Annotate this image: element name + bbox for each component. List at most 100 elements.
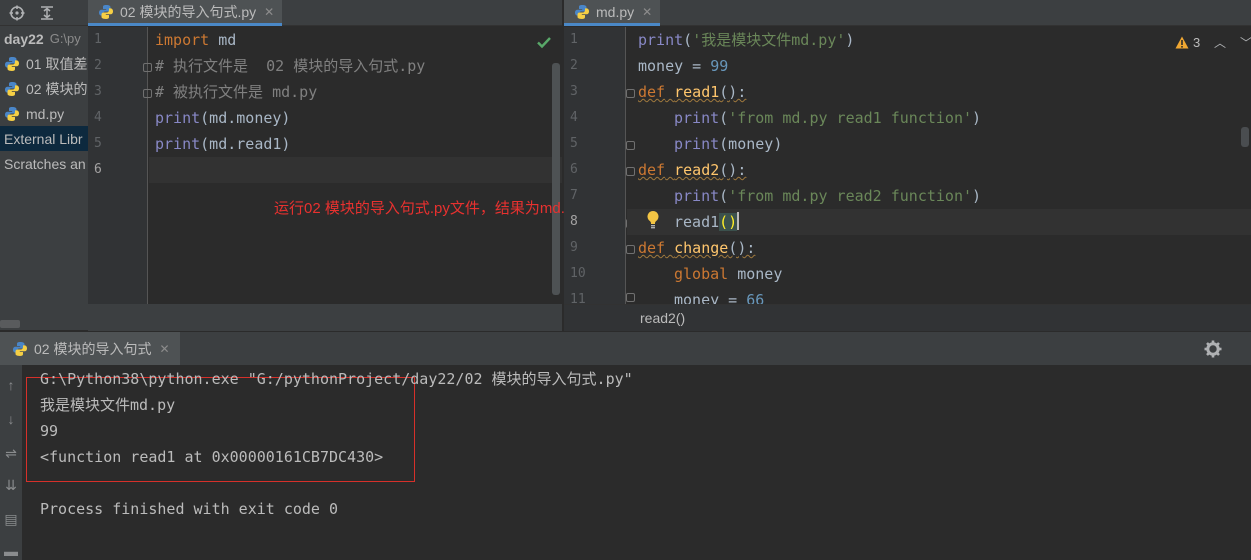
- fold-marker[interactable]: [143, 89, 152, 98]
- line-number: 7: [570, 188, 578, 203]
- scroll-to-end-icon[interactable]: ⇊: [3, 477, 19, 493]
- soft-wrap-icon[interactable]: ⇌: [3, 445, 19, 461]
- code-line-4: print(md.money): [155, 109, 291, 127]
- breadcrumb-item[interactable]: read2(): [640, 310, 685, 326]
- current-line-highlight: [149, 157, 562, 183]
- tree-item-label: Scratches an: [4, 155, 86, 172]
- trash-icon[interactable]: ▬: [3, 543, 19, 559]
- python-file-icon: [5, 106, 19, 121]
- run-side-toolbar: ↑ ↓ ⇌ ⇊ ▤ ▬: [0, 365, 22, 560]
- tree-item-label: 01 取值差: [26, 55, 88, 72]
- tab-md-py[interactable]: md.py ✕: [564, 0, 661, 26]
- close-icon[interactable]: ✕: [264, 5, 274, 19]
- fold-marker[interactable]: [626, 141, 635, 150]
- line-number: 4: [570, 110, 578, 125]
- checkmark-icon[interactable]: [536, 34, 552, 50]
- code-line-9: def change():: [638, 239, 756, 257]
- inspection-widget[interactable]: 3: [1175, 35, 1200, 50]
- line-number: 1: [570, 32, 578, 47]
- tree-item-project-root[interactable]: day22 G:\py: [0, 26, 88, 51]
- warning-icon: [1175, 36, 1189, 49]
- line-number: 6: [94, 162, 102, 177]
- line-number: 3: [570, 84, 578, 99]
- code-line-2: # 执行文件是 02 模块的导入句式.py: [155, 57, 426, 75]
- chevron-up-icon[interactable]: ︿: [1214, 34, 1226, 51]
- arrow-up-icon[interactable]: ↑: [3, 377, 19, 393]
- right-code-editor[interactable]: 1 2 3 4 5 6 7 8 9 10 11 print('我是模块文件md.…: [564, 27, 1251, 304]
- text-caret: [737, 212, 740, 230]
- tree-item-file-02[interactable]: 02 模块的: [0, 76, 88, 101]
- run-tab-label: 02 模块的导入句式: [34, 341, 152, 357]
- arrow-down-icon[interactable]: ↓: [3, 411, 19, 427]
- left-editor-scrollbar[interactable]: [552, 63, 560, 295]
- tab-02-module-import[interactable]: 02 模块的导入句式.py ✕: [88, 0, 283, 26]
- code-line-3: def read1():: [638, 83, 747, 101]
- code-line-5: print(md.read1): [155, 135, 291, 153]
- print-icon[interactable]: ▤: [3, 511, 19, 527]
- red-annotation-text: 运行02 模块的导入句式.py文件，结果为md.py: [274, 200, 581, 217]
- code-line-3: # 被执行文件是 md.py: [155, 83, 318, 101]
- right-gutter: 1 2 3 4 5 6 7 8 9 10 11: [564, 27, 635, 304]
- run-tool-window-header: 02 模块的导入句式 ✕: [0, 331, 1251, 366]
- chevron-down-icon[interactable]: ﹀: [1240, 34, 1251, 51]
- python-file-icon: [575, 4, 589, 19]
- line-number: 8: [570, 214, 578, 229]
- tree-item-external-libraries[interactable]: External Libr: [0, 126, 88, 151]
- right-editor-tab-bar: md.py ✕: [564, 0, 1251, 26]
- globe-icon[interactable]: [9, 5, 25, 21]
- console-line: G:\Python38\python.exe "G:/pythonProject…: [40, 370, 633, 388]
- fold-marker[interactable]: [626, 167, 635, 176]
- run-tab[interactable]: 02 模块的导入句式 ✕: [0, 332, 180, 366]
- code-line-2: money = 99: [638, 57, 729, 75]
- fold-marker[interactable]: [626, 245, 635, 254]
- left-editor-footer: [88, 304, 562, 331]
- sidebar-toolbar: [0, 0, 88, 26]
- console-line: <function read1 at 0x00000161CB7DC430>: [40, 448, 384, 466]
- python-file-icon: [13, 342, 27, 356]
- project-sidebar: day22 G:\py 01 取值差 02 模块的 md.py External…: [0, 0, 88, 330]
- close-icon[interactable]: ✕: [642, 5, 652, 19]
- console-line: 99: [40, 422, 59, 440]
- tab-label: 02 模块的导入句式.py: [120, 3, 257, 20]
- line-number: 11: [570, 292, 586, 304]
- line-number: 5: [570, 136, 578, 151]
- python-file-icon: [5, 56, 19, 71]
- code-line-6: def read2():: [638, 161, 747, 179]
- code-line-1: print('我是模块文件md.py'): [638, 31, 855, 49]
- line-number: 9: [570, 240, 578, 255]
- right-editor-scrollbar-marker[interactable]: [1241, 127, 1249, 147]
- tab-label: md.py: [596, 3, 635, 20]
- python-file-icon: [5, 81, 19, 96]
- tree-item-label: 02 模块的: [26, 80, 88, 97]
- warning-count: 3: [1193, 35, 1201, 50]
- python-file-icon: [99, 4, 113, 19]
- close-icon[interactable]: ✕: [159, 342, 169, 356]
- tree-item-scratches[interactable]: Scratches an: [0, 151, 88, 176]
- left-code-editor[interactable]: 1 2 3 4 5 6 import md # 执行文件是 02 模块的导入句式…: [88, 27, 562, 304]
- console-line: Process finished with exit code 0: [40, 500, 339, 518]
- code-line-4: print('from md.py read1 function'): [674, 109, 982, 127]
- console-line: 我是模块文件md.py: [40, 396, 176, 414]
- line-number: 2: [570, 58, 578, 73]
- line-number: 10: [570, 266, 586, 281]
- code-line-8: read1(): [674, 212, 740, 231]
- fold-marker[interactable]: [143, 63, 152, 72]
- sidebar-horizontal-scrollbar[interactable]: [0, 320, 20, 328]
- collapse-all-icon[interactable]: [39, 5, 55, 21]
- settings-icon[interactable]: [1204, 340, 1222, 358]
- breadcrumb: read2(): [564, 304, 1251, 331]
- fold-marker[interactable]: [626, 293, 635, 302]
- code-line-10: global money: [674, 265, 783, 283]
- line-number: 5: [94, 136, 102, 151]
- project-name: day22: [4, 30, 44, 47]
- left-gutter: 1 2 3 4 5 6: [88, 27, 152, 304]
- run-console[interactable]: G:\Python38\python.exe "G:/pythonProject…: [22, 365, 1251, 560]
- line-number: 6: [570, 162, 578, 177]
- lightbulb-icon[interactable]: [645, 210, 661, 230]
- left-editor-tab-bar: 02 模块的导入句式.py ✕: [88, 0, 562, 26]
- fold-marker[interactable]: [626, 89, 635, 98]
- tree-item-file-md[interactable]: md.py: [0, 101, 88, 126]
- line-number: 1: [94, 32, 102, 47]
- tree-item-file-01[interactable]: 01 取值差: [0, 51, 88, 76]
- project-path: G:\py: [49, 31, 81, 46]
